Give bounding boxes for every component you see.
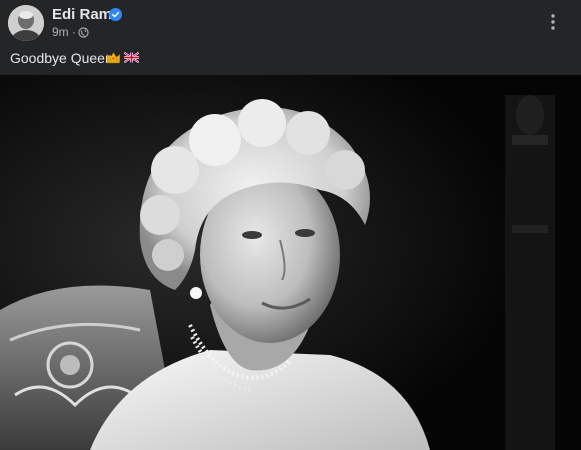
post-header: Edi Rama 9m · bbox=[0, 0, 581, 44]
verified-badge-icon bbox=[109, 8, 122, 21]
time-separator: · bbox=[72, 25, 76, 39]
globe-icon[interactable] bbox=[78, 27, 89, 38]
facebook-post: Edi Rama 9m · Goodbye Queen bbox=[0, 0, 581, 450]
post-photo[interactable] bbox=[0, 75, 581, 450]
post-text: Goodbye Queen bbox=[10, 50, 113, 66]
uk-flag-emoji bbox=[124, 52, 139, 63]
more-options-icon[interactable] bbox=[543, 12, 563, 32]
crown-emoji bbox=[107, 52, 120, 64]
author-avatar[interactable] bbox=[8, 5, 44, 41]
post-timestamp[interactable]: 9m bbox=[52, 25, 69, 39]
